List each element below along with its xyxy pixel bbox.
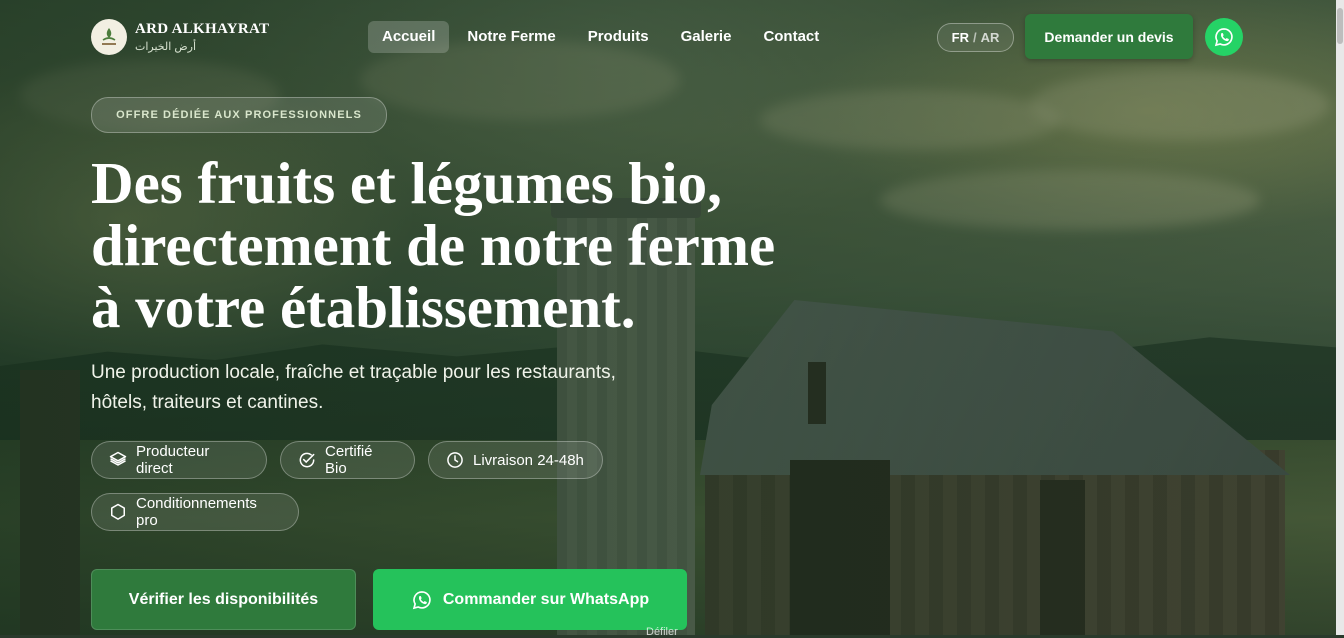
feature-label: Producteur direct: [136, 443, 210, 477]
cta-label: Vérifier les disponibilités: [128, 590, 319, 608]
page-scrollbar[interactable]: [1336, 0, 1344, 635]
lang-ar[interactable]: AR: [981, 30, 1000, 45]
hero-title-line: à votre établissement.: [91, 274, 636, 340]
feature-label: Conditionnements pro: [136, 495, 257, 529]
hero-title-line: directement de notre ferme: [91, 212, 776, 278]
main-nav: Accueil Notre Ferme Produits Galerie Con…: [368, 21, 833, 53]
brand-name: ARD ALKHAYRAT: [135, 21, 270, 37]
whatsapp-icon: [1214, 28, 1233, 47]
hero-subtitle: Une production locale, fraîche et traçab…: [91, 358, 671, 418]
scrollbar-thumb[interactable]: [1337, 8, 1343, 44]
lang-fr[interactable]: FR: [952, 30, 969, 45]
nav-item-galerie[interactable]: Galerie: [667, 21, 746, 53]
hero-subtitle-line: hôtels, traiteurs et cantines.: [91, 392, 324, 413]
cta-label: Commander sur WhatsApp: [442, 590, 650, 608]
feature-pill-bio: Certifié Bio: [280, 441, 415, 479]
language-switcher[interactable]: FR / AR: [937, 23, 1014, 52]
feature-label: Livraison 24-48h: [473, 451, 584, 469]
nav-item-contact[interactable]: Contact: [749, 21, 833, 53]
hero-subtitle-line: Une production locale, fraîche et traçab…: [91, 362, 616, 383]
hero-title: Des fruits et légumes bio, directement d…: [91, 152, 831, 338]
nav-item-notre-ferme[interactable]: Notre Ferme: [453, 21, 569, 53]
logo-emblem-icon: [91, 19, 127, 55]
nav-item-produits[interactable]: Produits: [574, 21, 663, 53]
feature-pill-conditionnements: Conditionnements pro: [91, 493, 299, 531]
pro-offer-badge: OFFRE DÉDIÉE AUX PROFESSIONNELS: [91, 97, 387, 133]
feature-pill-livraison: Livraison 24-48h: [428, 441, 603, 479]
layers-icon: [109, 451, 127, 466]
check-badge-icon: [299, 452, 315, 468]
request-quote-button[interactable]: Demander un devis: [1025, 14, 1193, 59]
order-whatsapp-button[interactable]: Commander sur WhatsApp: [373, 569, 687, 630]
check-availability-button[interactable]: Vérifier les disponibilités: [91, 569, 356, 630]
hero-title-line: Des fruits et légumes bio,: [91, 150, 722, 216]
nav-item-accueil[interactable]: Accueil: [368, 21, 450, 53]
whatsapp-icon: [412, 590, 431, 609]
feature-label: Certifié Bio: [325, 443, 373, 477]
whatsapp-button[interactable]: [1205, 18, 1243, 56]
brand-logo[interactable]: ARD ALKHAYRAT أرض الخيرات: [91, 19, 269, 55]
feature-pill-producteur: Producteur direct: [91, 441, 267, 479]
clock-icon: [447, 452, 463, 468]
lang-separator: /: [972, 30, 977, 45]
brand-subtitle: أرض الخيرات: [135, 41, 197, 53]
hexagon-icon: [111, 503, 125, 520]
scroll-hint[interactable]: Défiler: [646, 626, 678, 638]
